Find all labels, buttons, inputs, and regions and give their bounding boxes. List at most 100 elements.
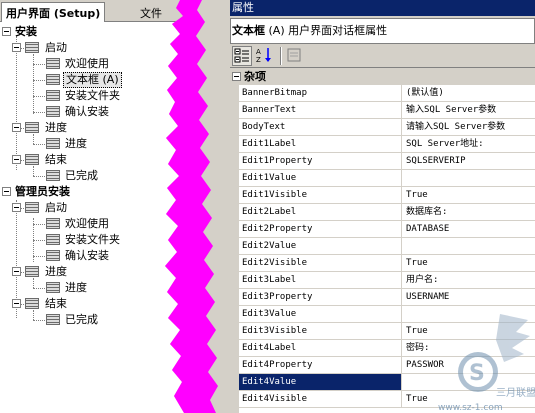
property-name: Edit4Visible	[239, 391, 402, 407]
property-row[interactable]: Edit2Visible True	[239, 255, 535, 272]
tree-node-label: 进度	[45, 265, 67, 278]
toolbar-separator	[280, 47, 282, 65]
property-name: Edit2Value	[239, 238, 402, 254]
tree-node-label-selected: 文本框 (A)	[63, 72, 122, 88]
category-row-misc[interactable]: 杂项	[230, 68, 535, 85]
property-name: Edit1Visible	[239, 187, 402, 203]
tree-node-admin-progress[interactable]: 进度	[45, 280, 89, 296]
tree-node-label: 已完成	[65, 169, 98, 182]
property-row[interactable]: Edit3Label 用户名:	[239, 272, 535, 289]
alphabetical-button[interactable]: A Z	[255, 46, 275, 66]
property-row[interactable]: Edit2Label 数据库名:	[239, 204, 535, 221]
properties-title: 属性	[232, 1, 254, 14]
tree-node-label: 进度	[65, 137, 87, 150]
tree-node-start[interactable]: 启动	[12, 40, 69, 56]
tree-node-admin-end-group[interactable]: 结束	[12, 296, 69, 312]
property-name: Edit3Visible	[239, 323, 402, 339]
dialog-folder-icon	[24, 297, 40, 310]
tree-node-install[interactable]: 安装	[0, 24, 39, 40]
property-row[interactable]: BannerText 输入SQL Server参数	[239, 102, 535, 119]
property-name: BodyText	[239, 119, 402, 135]
property-row[interactable]: Edit2Value	[239, 238, 535, 255]
tree-node-welcome[interactable]: 欢迎使用	[45, 56, 111, 72]
property-name: BannerBitmap	[239, 85, 402, 101]
tree-node-end-group[interactable]: 结束	[12, 152, 69, 168]
collapse-icon[interactable]	[12, 43, 21, 52]
dialog-icon	[45, 73, 61, 86]
property-row[interactable]: BannerBitmap (默认值)	[239, 85, 535, 102]
property-row[interactable]: Edit1Property SQLSERVERIP	[239, 153, 535, 170]
property-row[interactable]: Edit1Value	[239, 170, 535, 187]
dialog-icon	[45, 169, 61, 182]
tree-node-admin-finished[interactable]: 已完成	[45, 312, 100, 328]
tree-node-label: 安装	[15, 25, 37, 38]
property-value[interactable]: True	[403, 255, 535, 271]
dialog-icon	[45, 281, 61, 294]
torn-edge-decoration	[165, 0, 230, 413]
property-value[interactable]: True	[403, 187, 535, 203]
tree-node-admin-install-folder[interactable]: 安装文件夹	[45, 232, 122, 248]
property-value[interactable]	[403, 238, 535, 254]
dialog-icon	[45, 313, 61, 326]
tree-node-progress[interactable]: 进度	[45, 136, 89, 152]
property-row[interactable]: Edit1Visible True	[239, 187, 535, 204]
collapse-icon[interactable]	[232, 72, 241, 81]
dialog-icon	[45, 137, 61, 150]
tree-node-install-folder[interactable]: 安装文件夹	[45, 88, 122, 104]
tree-node-admin-progress-group[interactable]: 进度	[12, 264, 69, 280]
collapse-icon[interactable]	[12, 299, 21, 308]
tab-user-interface[interactable]: 用户界面 (Setup)	[1, 2, 106, 22]
tree-node-textbox-a[interactable]: 文本框 (A)	[45, 72, 122, 88]
watermark-logo: S 三月联盟 www.sz-1.com	[438, 314, 535, 413]
property-value[interactable]: 用户名:	[403, 272, 535, 288]
properties-toolbar: A Z	[230, 44, 535, 68]
property-value[interactable]: 数据库名:	[403, 204, 535, 220]
collapse-icon[interactable]	[12, 267, 21, 276]
sort-az-icon: A Z	[256, 48, 271, 64]
property-value[interactable]	[403, 170, 535, 186]
dialog-folder-icon	[24, 121, 40, 134]
property-value[interactable]: SQL Server地址:	[403, 136, 535, 152]
collapse-icon[interactable]	[12, 203, 21, 212]
tree-node-admin-confirm[interactable]: 确认安装	[45, 248, 111, 264]
tree-node-label: 确认安装	[65, 105, 109, 118]
property-name: Edit4Property	[239, 357, 402, 373]
properties-title-bar[interactable]: 属性	[230, 0, 535, 16]
property-row[interactable]: Edit1Label SQL Server地址:	[239, 136, 535, 153]
object-description: (A) 用户界面对话框属性	[265, 24, 388, 37]
collapse-icon[interactable]	[2, 27, 11, 36]
property-name: BannerText	[239, 102, 402, 118]
collapse-icon[interactable]	[12, 155, 21, 164]
property-value[interactable]: 请输入SQL Server参数	[403, 119, 535, 135]
property-value[interactable]: DATABASE	[403, 221, 535, 237]
property-value[interactable]: 输入SQL Server参数	[403, 102, 535, 118]
property-name: Edit3Property	[239, 289, 402, 305]
property-row[interactable]: BodyText 请输入SQL Server参数	[239, 119, 535, 136]
property-value[interactable]: USERNAME	[403, 289, 535, 305]
tree-node-admin-welcome[interactable]: 欢迎使用	[45, 216, 111, 232]
watermark-site: www.sz-1.com	[438, 403, 503, 413]
tree-node-progress-group[interactable]: 进度	[12, 120, 69, 136]
property-name: Edit1Value	[239, 170, 402, 186]
object-name: 文本框	[232, 24, 265, 37]
tree-node-finished[interactable]: 已完成	[45, 168, 100, 184]
categorized-button[interactable]	[232, 46, 252, 66]
collapse-icon[interactable]	[2, 187, 11, 196]
tree-node-admin-install[interactable]: 管理员安装	[0, 184, 72, 200]
dialog-folder-icon	[24, 265, 40, 278]
tree-node-label: 结束	[45, 153, 67, 166]
svg-text:A: A	[256, 48, 261, 56]
svg-text:Z: Z	[256, 56, 261, 64]
property-value[interactable]: SQLSERVERIP	[403, 153, 535, 169]
object-selector[interactable]: 文本框 (A) 用户界面对话框属性	[230, 18, 535, 44]
category-label: 杂项	[244, 70, 266, 83]
property-row[interactable]: Edit2Property DATABASE	[239, 221, 535, 238]
tree-node-confirm-install[interactable]: 确认安装	[45, 104, 111, 120]
dialog-icon	[45, 233, 61, 246]
tree-node-admin-start[interactable]: 启动	[12, 200, 69, 216]
collapse-icon[interactable]	[12, 123, 21, 132]
property-value[interactable]: (默认值)	[403, 85, 535, 101]
property-pages-button[interactable]	[285, 46, 305, 66]
property-name: Edit2Visible	[239, 255, 402, 271]
property-row[interactable]: Edit3Property USERNAME	[239, 289, 535, 306]
